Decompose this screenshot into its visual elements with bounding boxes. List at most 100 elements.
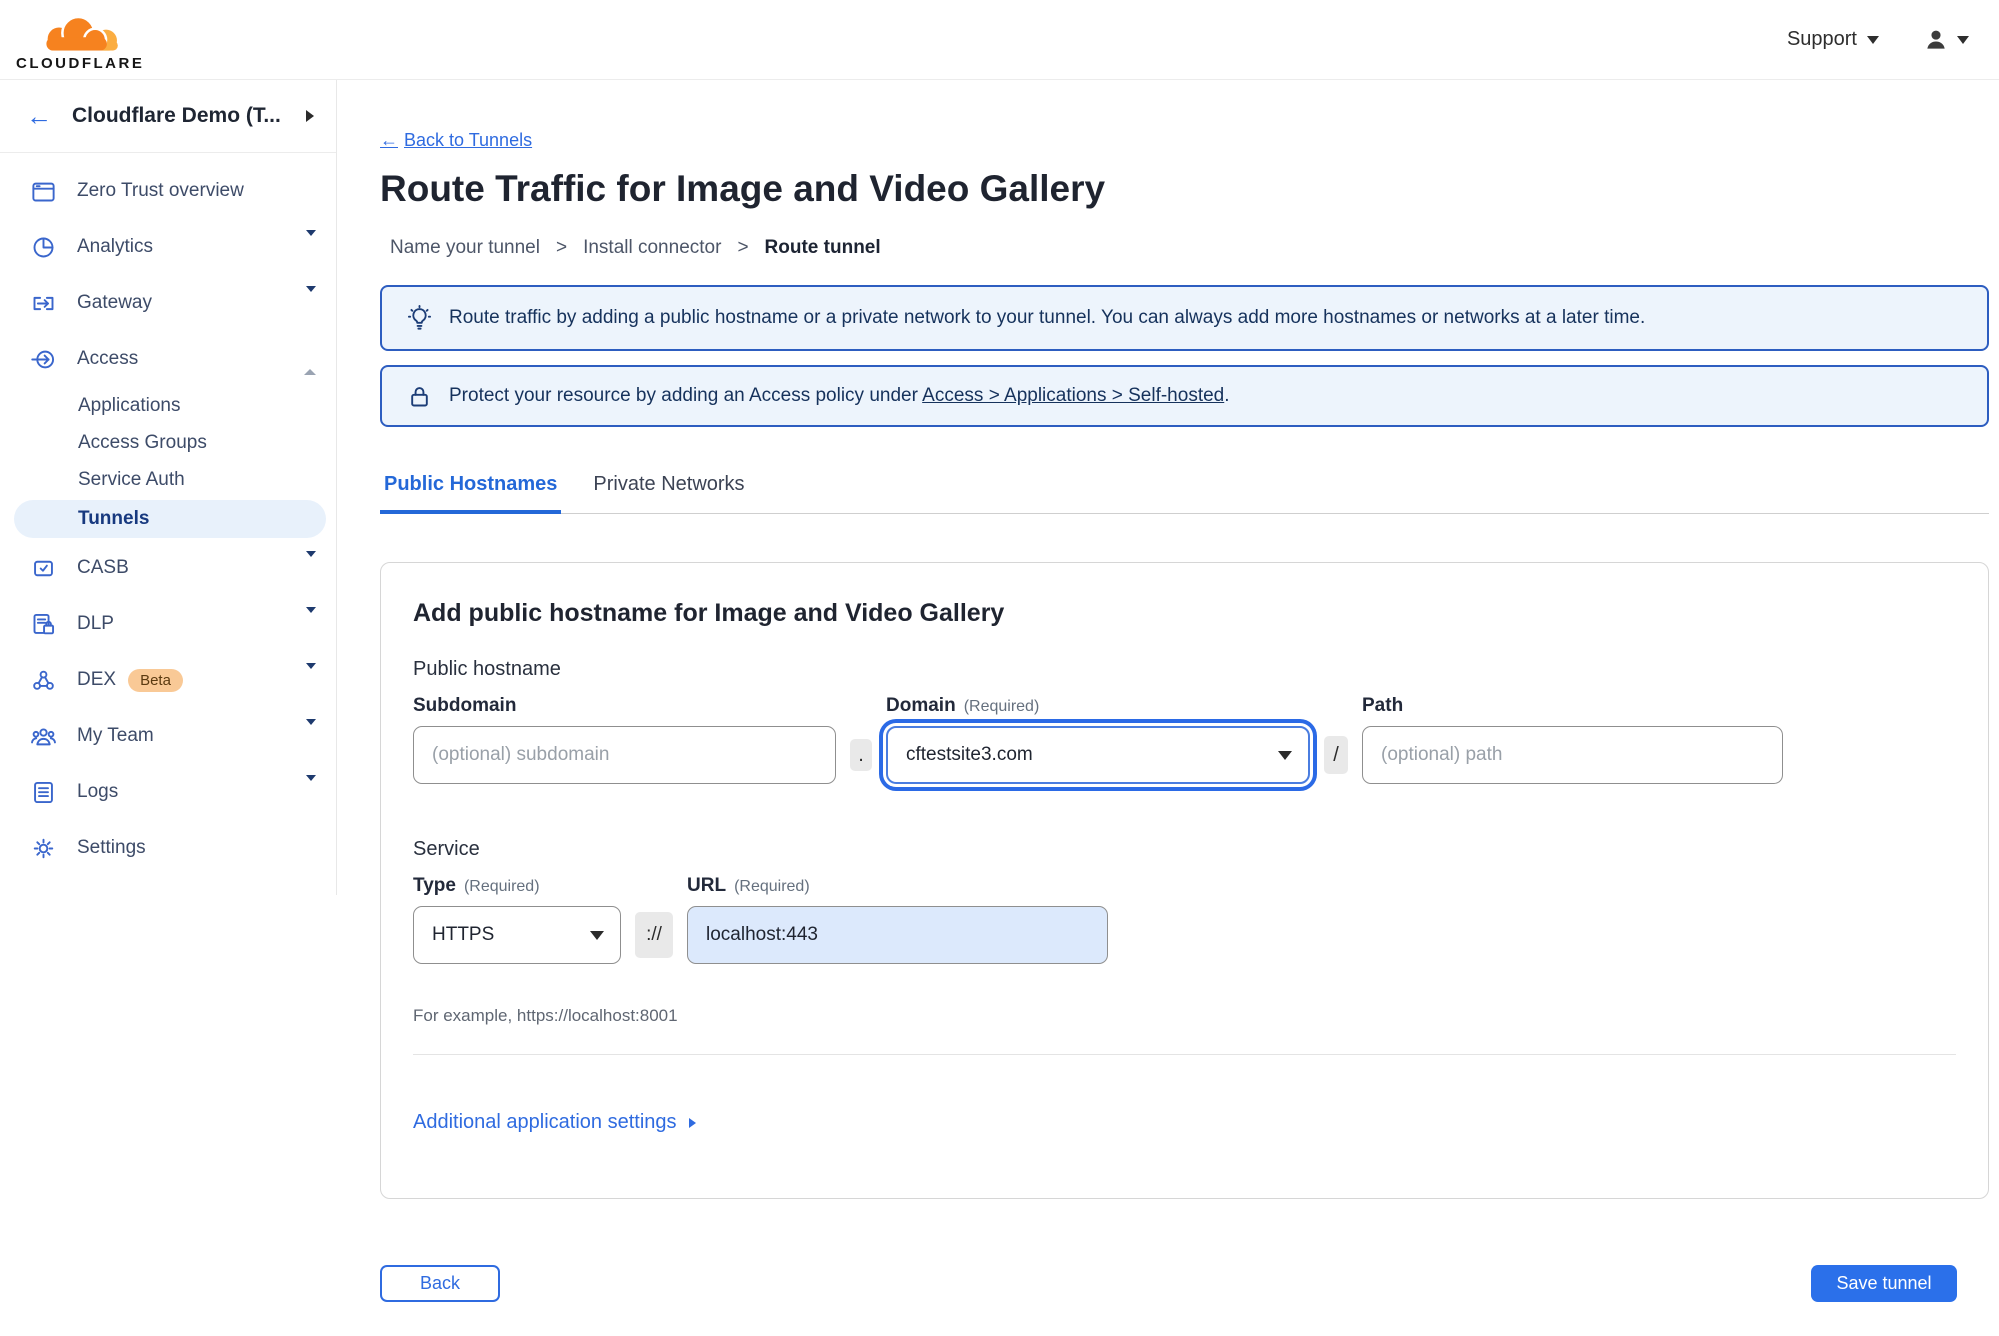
tip-banner: Route traffic by adding a public hostnam… xyxy=(380,285,1989,352)
sidebar-item-tunnels[interactable]: Tunnels xyxy=(14,500,326,538)
hostname-field-row: Subdomain . Domain (Required) cftestsite3… xyxy=(413,695,1956,785)
chevron-down-icon xyxy=(1957,35,1969,44)
sidebar-nav: Zero Trust overview Analytics Gateway Ac… xyxy=(0,153,336,876)
sidebar-item-label: DEX xyxy=(77,669,117,690)
chevron-down-icon xyxy=(306,663,316,690)
overview-icon xyxy=(30,178,57,205)
sidebar-item-label: Analytics xyxy=(77,236,154,257)
card-heading: Add public hostname for Image and Video … xyxy=(413,599,1005,628)
url-example-hint: For example, https://localhost:8001 xyxy=(413,1006,678,1026)
domain-select[interactable]: cftestsite3.com xyxy=(886,726,1310,785)
chevron-down-icon xyxy=(306,719,316,746)
subdomain-input[interactable] xyxy=(413,726,836,785)
url-label: URL xyxy=(687,875,727,897)
chevron-down-icon xyxy=(1867,35,1879,44)
sidebar-item-zero-trust-overview[interactable]: Zero Trust overview xyxy=(0,163,336,219)
dlp-icon xyxy=(30,611,57,638)
back-to-tunnels-link[interactable]: ← Back to Tunnels xyxy=(380,130,532,151)
tab-private-networks[interactable]: Private Networks xyxy=(589,473,748,514)
domain-label: Domain xyxy=(886,695,956,717)
tab-bar: Public Hostnames Private Networks xyxy=(380,473,1989,515)
casb-icon xyxy=(30,555,57,582)
gear-icon xyxy=(30,835,57,862)
sidebar-item-gateway[interactable]: Gateway xyxy=(0,275,336,331)
tab-public-hostnames[interactable]: Public Hostnames xyxy=(380,473,562,515)
sidebar-item-my-team[interactable]: My Team xyxy=(0,708,336,764)
service-field-row: Type (Required) HTTPS :// URL (Required) xyxy=(413,875,1956,965)
step-route-tunnel: Route tunnel xyxy=(764,237,881,259)
path-label: Path xyxy=(1362,695,1404,717)
sidebar-item-access-groups[interactable]: Access Groups xyxy=(0,424,336,461)
back-arrow-icon[interactable]: ← xyxy=(26,103,52,129)
path-input[interactable] xyxy=(1362,726,1783,785)
sidebar-item-casb[interactable]: CASB xyxy=(0,540,336,596)
sidebar-item-settings[interactable]: Settings xyxy=(0,820,336,876)
chevron-down-icon xyxy=(306,286,316,313)
breadcrumb-separator: > xyxy=(555,237,568,259)
sidebar-item-label: Gateway xyxy=(77,292,152,313)
back-button[interactable]: Back xyxy=(380,1265,500,1303)
chevron-right-icon[interactable] xyxy=(306,110,314,122)
sidebar-item-dlp[interactable]: DLP xyxy=(0,596,336,652)
sidebar-item-label: CASB xyxy=(77,557,129,578)
chevron-down-icon xyxy=(1278,750,1292,760)
chevron-down-icon xyxy=(306,551,316,578)
user-icon xyxy=(1927,30,1945,49)
chevron-down-icon xyxy=(306,607,316,634)
sidebar-subitem-label: Tunnels xyxy=(78,508,150,529)
access-policy-text: Protect your resource by adding an Acces… xyxy=(449,385,1230,407)
breadcrumb-separator: > xyxy=(737,237,749,259)
sidebar-item-dex[interactable]: DEX Beta xyxy=(0,652,336,708)
step-name-your-tunnel[interactable]: Name your tunnel xyxy=(390,237,540,259)
sidebar-item-logs[interactable]: Logs xyxy=(0,764,336,820)
url-required-hint: (Required) xyxy=(734,878,810,896)
public-hostname-group-label: Public hostname xyxy=(413,658,561,681)
sidebar-item-label: Logs xyxy=(77,781,119,802)
lock-icon xyxy=(406,383,433,410)
back-arrow-icon: ← xyxy=(380,130,398,150)
access-policy-banner: Protect your resource by adding an Acces… xyxy=(380,365,1989,428)
sidebar-item-access[interactable]: Access xyxy=(0,331,336,387)
service-type-select[interactable]: HTTPS xyxy=(413,906,621,965)
user-account-menu[interactable] xyxy=(1923,27,1969,53)
dot-separator: . xyxy=(850,739,872,772)
sidebar-item-service-auth[interactable]: Service Auth xyxy=(0,461,336,498)
footer-actions: Back Save tunnel xyxy=(380,1265,1989,1303)
sidebar-item-label: DLP xyxy=(77,613,114,634)
topbar: CLOUDFLARE Support xyxy=(0,0,1999,80)
beta-badge: Beta xyxy=(128,668,183,692)
card-divider xyxy=(413,1054,1956,1056)
main-content: ← Back to Tunnels Route Traffic for Image… xyxy=(337,80,1999,1336)
slash-separator: / xyxy=(1324,736,1348,775)
sidebar-item-applications[interactable]: Applications xyxy=(0,387,336,424)
save-tunnel-button[interactable]: Save tunnel xyxy=(1811,1265,1957,1303)
chevron-down-icon xyxy=(306,230,316,257)
cloudflare-wordmark: CLOUDFLARE xyxy=(16,54,145,72)
logs-icon xyxy=(30,779,57,806)
type-required-hint: (Required) xyxy=(463,878,540,896)
sidebar-item-analytics[interactable]: Analytics xyxy=(0,219,336,275)
cloudflare-cloud-icon xyxy=(33,15,127,54)
analytics-icon xyxy=(30,234,57,261)
support-label: Support xyxy=(1786,28,1857,50)
service-url-input[interactable] xyxy=(687,906,1108,965)
domain-select-value: cftestsite3.com xyxy=(906,744,1033,766)
additional-settings-toggle[interactable]: Additional application settings xyxy=(413,1111,696,1134)
service-type-value: HTTPS xyxy=(432,924,495,946)
sidebar: ← Cloudflare Demo (T... Zero Trust overv… xyxy=(0,80,337,895)
chevron-down-icon xyxy=(590,930,604,940)
page-title: Route Traffic for Image and Video Galler… xyxy=(380,168,1106,209)
support-menu[interactable]: Support xyxy=(1787,28,1879,51)
access-icon xyxy=(30,346,57,373)
lightbulb-icon xyxy=(406,304,433,332)
access-applications-self-hosted-link[interactable]: Access > Applications > Self-hosted xyxy=(922,385,1224,406)
account-switcher[interactable]: ← Cloudflare Demo (T... xyxy=(0,80,336,153)
step-install-connector[interactable]: Install connector xyxy=(583,237,721,259)
tip-banner-text: Route traffic by adding a public hostnam… xyxy=(449,307,1646,329)
scheme-separator: :// xyxy=(635,912,673,959)
dex-icon xyxy=(30,667,57,694)
chevron-up-icon xyxy=(304,348,316,375)
type-label: Type xyxy=(413,875,456,897)
chevron-down-icon xyxy=(306,775,316,802)
gateway-icon xyxy=(30,290,57,317)
